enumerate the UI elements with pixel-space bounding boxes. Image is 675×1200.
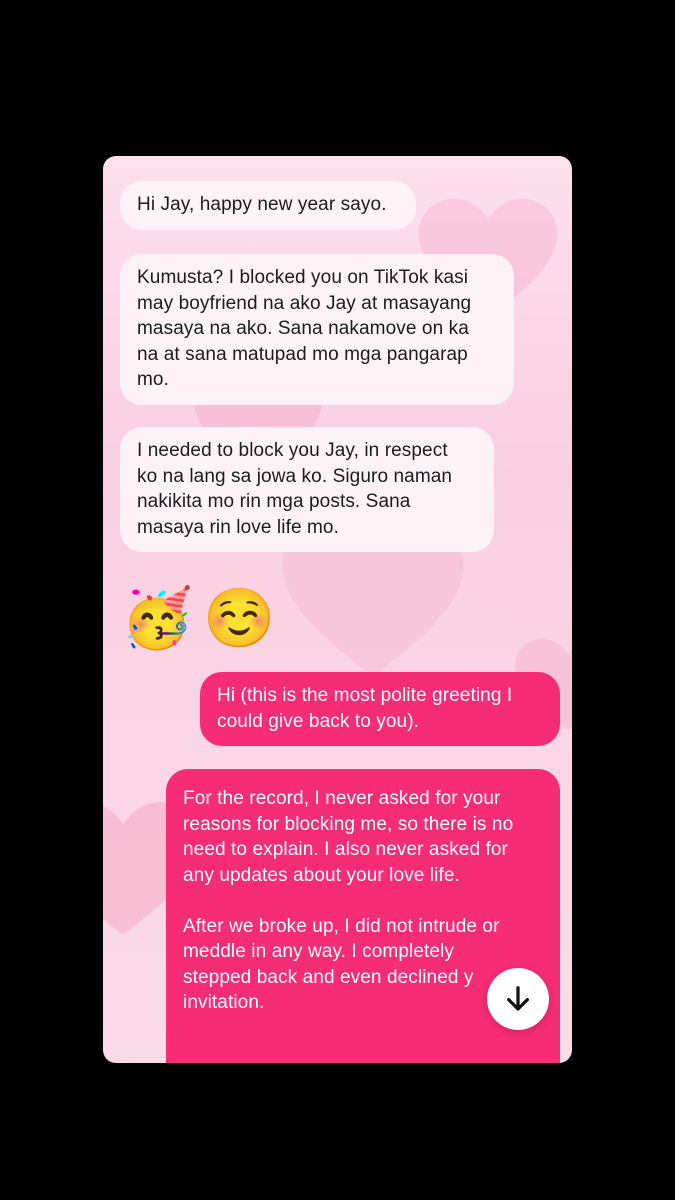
arrow-down-icon: [507, 986, 529, 1011]
incoming-message-bubble[interactable]: Hi Jay, happy new year sayo.: [120, 181, 416, 230]
incoming-message-bubble[interactable]: Kumusta? I blocked you on TikTok kasi ma…: [120, 254, 514, 405]
outgoing-message-bubble[interactable]: Hi (this is the most polite greeting I c…: [200, 672, 560, 746]
chat-panel[interactable]: Hi Jay, happy new year sayo. Kumusta? I …: [103, 156, 572, 1063]
emoji-message[interactable]: 🥳 ☺️: [121, 584, 275, 654]
scroll-to-bottom-button[interactable]: [487, 968, 549, 1030]
incoming-message-bubble[interactable]: I needed to block you Jay, in respect ko…: [120, 427, 494, 552]
outgoing-message-bubble-partial[interactable]: [166, 1051, 554, 1063]
smiling-face-emoji: ☺️: [203, 586, 276, 651]
partying-face-emoji: 🥳: [121, 586, 194, 651]
